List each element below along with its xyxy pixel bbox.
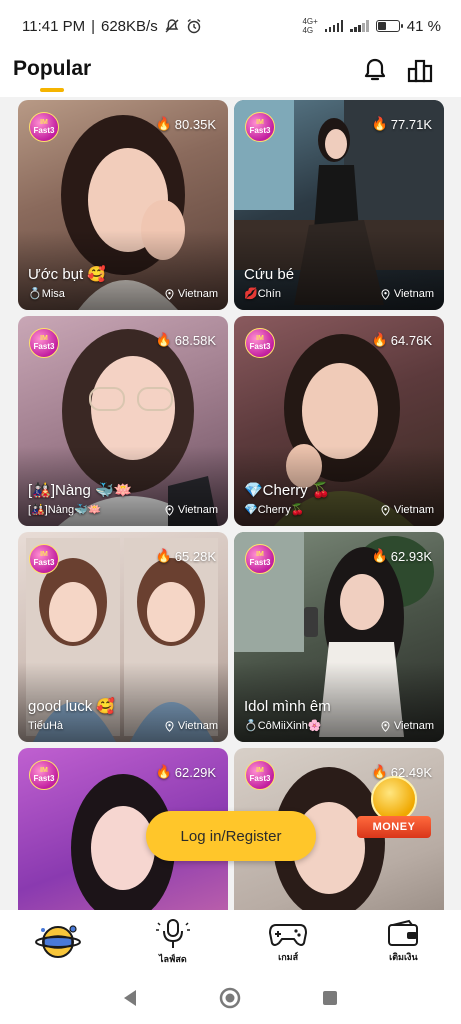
recents-square-icon[interactable]	[318, 986, 342, 1010]
host-name: 💍CôMiiXinh🌸	[244, 720, 322, 732]
flame-icon: 🔥	[155, 764, 172, 779]
location: Vietnam	[381, 288, 434, 300]
nav-label: เติมเงิน	[389, 951, 418, 962]
tab-popular[interactable]: Popular	[13, 57, 91, 81]
location-pin-icon	[165, 720, 174, 732]
nav-live[interactable]: ไลฟ์สด	[138, 913, 208, 969]
status-separator: |	[91, 17, 95, 35]
stream-card[interactable]: IM Fast3 🔥 62.93K Idol mình êm 💍CôMiiXinh🌸…	[234, 532, 444, 742]
flame-icon: 🔥	[371, 332, 388, 347]
fast3-badge: IM Fast3	[29, 760, 59, 790]
login-register-button[interactable]: Log in/Register	[146, 811, 316, 861]
money-label: MONEY	[357, 816, 431, 838]
clock: 11:41 PM	[22, 17, 86, 35]
network-speed: 628KB/s	[101, 17, 158, 35]
nav-home[interactable]	[23, 913, 93, 969]
location-pin-icon	[165, 288, 174, 300]
location-pin-icon	[381, 720, 390, 732]
status-left: 11:41 PM | 628KB/s	[22, 18, 202, 35]
viewer-count: 🔥 62.29K	[155, 764, 216, 780]
location: Vietnam	[381, 720, 434, 732]
viewer-count: 🔥 80.35K	[155, 116, 216, 132]
stream-title: 💎Cherry 🍒	[244, 482, 331, 499]
mute-icon	[165, 19, 179, 33]
host-name: 💎Cherry🍒	[244, 504, 305, 516]
signal-bars-2-icon	[350, 20, 369, 32]
location: Vietnam	[165, 504, 218, 516]
tab-active-indicator	[40, 88, 64, 92]
battery-fill	[377, 22, 386, 30]
signal-bars-icon	[324, 20, 344, 32]
location-pin-icon	[381, 504, 390, 516]
stream-card[interactable]: IM Fast3 🔥 65.28K good luck 🥰 TiểuHà Vietn…	[18, 532, 228, 742]
gamepad-icon	[269, 923, 308, 946]
back-triangle-icon[interactable]	[118, 986, 142, 1010]
leaderboard-icon[interactable]	[406, 56, 434, 84]
home-circle-icon[interactable]	[218, 986, 242, 1010]
stream-card[interactable]: IM Fast3 🔥 68.58K [🎎]Nàng 🐳🪷 [🎎]Nàng🐳🪷 Vie…	[18, 316, 228, 526]
network-type-bottom: 4G	[302, 26, 314, 35]
top-header: Popular	[0, 52, 461, 97]
fast3-badge: IM Fast3	[245, 328, 275, 358]
flame-icon: 🔥	[371, 116, 388, 131]
system-navigation-bar	[0, 972, 461, 1024]
stream-title: Ước bụt 🥰	[28, 266, 107, 283]
location-pin-icon	[165, 504, 174, 516]
host-name: [🎎]Nàng🐳🪷	[28, 504, 102, 516]
stream-title: Cứu bé	[244, 266, 295, 283]
battery-percent: 41 %	[406, 17, 441, 35]
location: Vietnam	[381, 504, 434, 516]
status-bar: 11:41 PM | 628KB/s 4G+ 4G 41 %	[0, 0, 461, 52]
stream-title: [🎎]Nàng 🐳🪷	[28, 482, 133, 499]
fast3-badge: IM Fast3	[245, 544, 275, 574]
stream-card[interactable]: IM Fast3 🔥 64.76K 💎Cherry 🍒 💎Cherry🍒 Vietn…	[234, 316, 444, 526]
fast3-badge: IM Fast3	[29, 544, 59, 574]
wallet-icon	[388, 919, 419, 946]
location: Vietnam	[165, 720, 218, 732]
network-type-badge: 4G+ 4G	[302, 17, 317, 35]
status-right: 4G+ 4G 41 %	[302, 17, 441, 35]
flame-icon: 🔥	[371, 548, 388, 563]
stream-card[interactable]: IM Fast3 🔥 77.71K Cứu bé 💋Chín Vietnam	[234, 100, 444, 310]
nav-games[interactable]: เกมส์	[253, 913, 323, 969]
bottom-navigation: ไลฟ์สด เกมส์ เติมเงิน	[0, 910, 461, 972]
host-name: 💋Chín	[244, 288, 281, 300]
flame-icon: 🔥	[155, 548, 172, 563]
nav-label: ไลฟ์สด	[158, 953, 187, 964]
bell-icon[interactable]	[361, 56, 389, 84]
viewer-count: 🔥 77.71K	[371, 116, 432, 132]
nav-topup[interactable]: เติมเงิน	[368, 913, 438, 969]
fast3-badge: IM Fast3	[245, 760, 275, 790]
viewer-count: 🔥 68.58K	[155, 332, 216, 348]
stream-title: Idol mình êm	[244, 698, 331, 715]
flame-icon: 🔥	[155, 116, 172, 131]
planet-home-icon	[34, 924, 81, 958]
host-name: TiểuHà	[28, 720, 64, 732]
fast3-badge: IM Fast3	[245, 112, 275, 142]
stream-card[interactable]: IM Fast3 🔥 80.35K Ước bụt 🥰 💍Misa Vietnam	[18, 100, 228, 310]
money-promo-button[interactable]: MONEY	[355, 776, 435, 846]
fast3-badge: IM Fast3	[29, 328, 59, 358]
battery-icon	[375, 20, 403, 32]
microphone-live-icon	[155, 918, 190, 948]
host-name: 💍Misa	[28, 288, 65, 300]
stream-title: good luck 🥰	[28, 698, 116, 715]
flame-icon: 🔥	[155, 332, 172, 347]
alarm-icon	[187, 18, 201, 34]
location: Vietnam	[165, 288, 218, 300]
viewer-count: 🔥 62.93K	[371, 548, 432, 564]
viewer-count: 🔥 65.28K	[155, 548, 216, 564]
viewer-count: 🔥 64.76K	[371, 332, 432, 348]
fast3-badge: IM Fast3	[29, 112, 59, 142]
network-type-top: 4G+	[302, 17, 318, 26]
location-pin-icon	[381, 288, 390, 300]
nav-label: เกมส์	[278, 951, 299, 962]
